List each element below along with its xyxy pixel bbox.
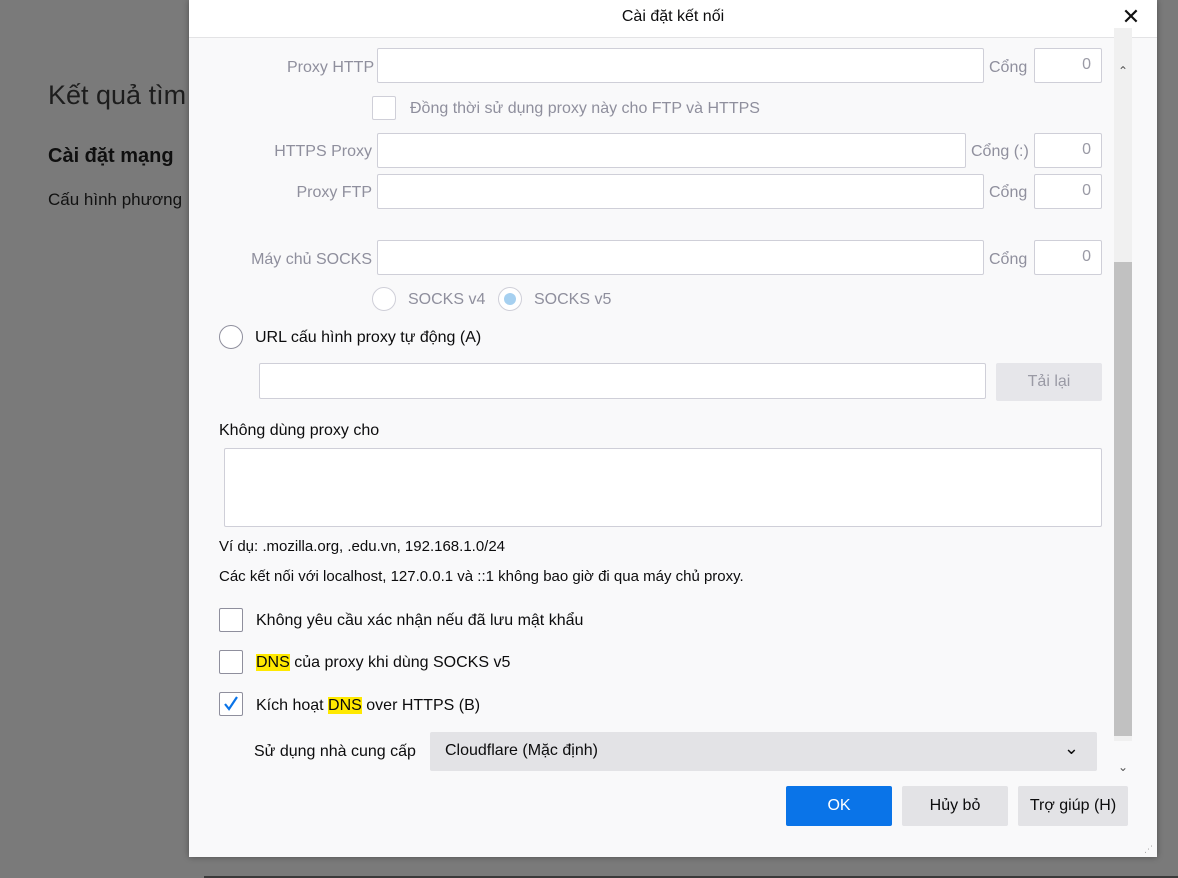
provider-label: Sử dụng nhà cung cấp <box>254 743 416 760</box>
https-proxy-input[interactable] <box>377 133 966 168</box>
network-settings-description: Cấu hình phương <box>48 190 183 209</box>
network-settings-heading: Cài đặt mạng <box>48 145 174 167</box>
socks-v4-radio[interactable] <box>372 287 396 311</box>
no-proxy-textarea[interactable] <box>224 448 1102 527</box>
socks-host-input[interactable] <box>377 240 984 275</box>
connection-settings-dialog: Cài đặt kết nối ✕ Proxy HTTP Cổng 0 Đồng… <box>189 0 1157 857</box>
auto-proxy-url-label: URL cấu hình proxy tự động (A) <box>255 329 482 346</box>
socks-v5-label: SOCKS v5 <box>534 291 612 308</box>
https-port-label: Cổng (:) <box>971 143 1029 160</box>
no-proxy-example: Ví dụ: .mozilla.org, .edu.vn, 192.168.1.… <box>219 538 506 555</box>
http-proxy-input[interactable] <box>377 48 984 83</box>
proxy-dns-label-rest: của proxy khi dùng SOCKS v5 <box>289 654 511 671</box>
dialog-titlebar: Cài đặt kết nối ✕ <box>189 0 1157 38</box>
https-port-input[interactable]: 0 <box>1034 133 1102 168</box>
doh-checkbox[interactable] <box>219 692 243 716</box>
doh-label-rest: over HTTPS (B) <box>361 697 481 714</box>
socks-v4-label: SOCKS v4 <box>408 291 486 308</box>
doh-label-prefix: Kích hoạt <box>256 697 329 714</box>
ftp-proxy-label: Proxy FTP <box>296 184 372 201</box>
ftp-port-input[interactable]: 0 <box>1034 174 1102 209</box>
radio-selected-dot <box>504 293 516 305</box>
proxy-dns-label: DNS của proxy khi dùng SOCKS v5 <box>256 654 510 672</box>
socks-host-label: Máy chủ SOCKS <box>251 251 372 268</box>
share-proxy-label: Đồng thời sử dụng proxy này cho FTP và H… <box>410 100 760 117</box>
no-prompt-auth-checkbox[interactable] <box>219 608 243 632</box>
no-prompt-auth-label: Không yêu cầu xác nhận nếu đã lưu mật kh… <box>256 612 584 629</box>
scroll-up-arrow[interactable]: ⌃ <box>1114 64 1132 84</box>
search-highlight: DNS <box>328 697 362 714</box>
scrollbar-thumb[interactable] <box>1114 262 1132 736</box>
help-button[interactable]: Trợ giúp (H) <box>1018 786 1128 826</box>
http-port-label: Cổng <box>989 59 1028 76</box>
share-proxy-checkbox[interactable] <box>372 96 396 120</box>
socks-port-label: Cổng <box>989 251 1028 268</box>
auto-proxy-url-input[interactable] <box>259 363 986 399</box>
localhost-note: Các kết nối với localhost, 127.0.0.1 và … <box>219 568 744 585</box>
close-icon[interactable]: ✕ <box>1117 3 1145 31</box>
resize-grip-icon[interactable]: ⋰ <box>1144 844 1154 854</box>
proxy-dns-checkbox[interactable] <box>219 650 243 674</box>
doh-label: Kích hoạt DNS over HTTPS (B) <box>256 697 480 715</box>
search-results-title: Kết quả tìm <box>48 80 187 110</box>
dialog-title: Cài đặt kết nối <box>621 8 725 25</box>
cancel-button[interactable]: Hủy bỏ <box>902 786 1008 826</box>
provider-selected-value: Cloudflare (Mặc định) <box>445 742 598 759</box>
checkmark-icon <box>224 696 238 711</box>
chevron-down-icon: ⌄ <box>1063 738 1079 758</box>
no-proxy-label: Không dùng proxy cho <box>219 422 380 439</box>
https-proxy-label: HTTPS Proxy <box>274 143 372 160</box>
ftp-proxy-input[interactable] <box>377 174 984 209</box>
search-highlight: DNS <box>256 654 290 671</box>
ftp-port-label: Cổng <box>989 184 1028 201</box>
auto-proxy-url-radio[interactable] <box>219 325 243 349</box>
dialog-content: Proxy HTTP Cổng 0 Đồng thời sử dụng prox… <box>189 38 1157 773</box>
ok-button[interactable]: OK <box>786 786 892 826</box>
http-port-input[interactable]: 0 <box>1034 48 1102 83</box>
socks-port-input[interactable]: 0 <box>1034 240 1102 275</box>
reload-button[interactable]: Tải lại <box>996 363 1102 401</box>
scroll-down-arrow[interactable]: ⌄ <box>1114 760 1132 780</box>
http-proxy-label: Proxy HTTP <box>287 59 375 76</box>
socks-v5-radio[interactable] <box>498 287 522 311</box>
provider-select[interactable]: Cloudflare (Mặc định) ⌄ <box>430 732 1097 771</box>
